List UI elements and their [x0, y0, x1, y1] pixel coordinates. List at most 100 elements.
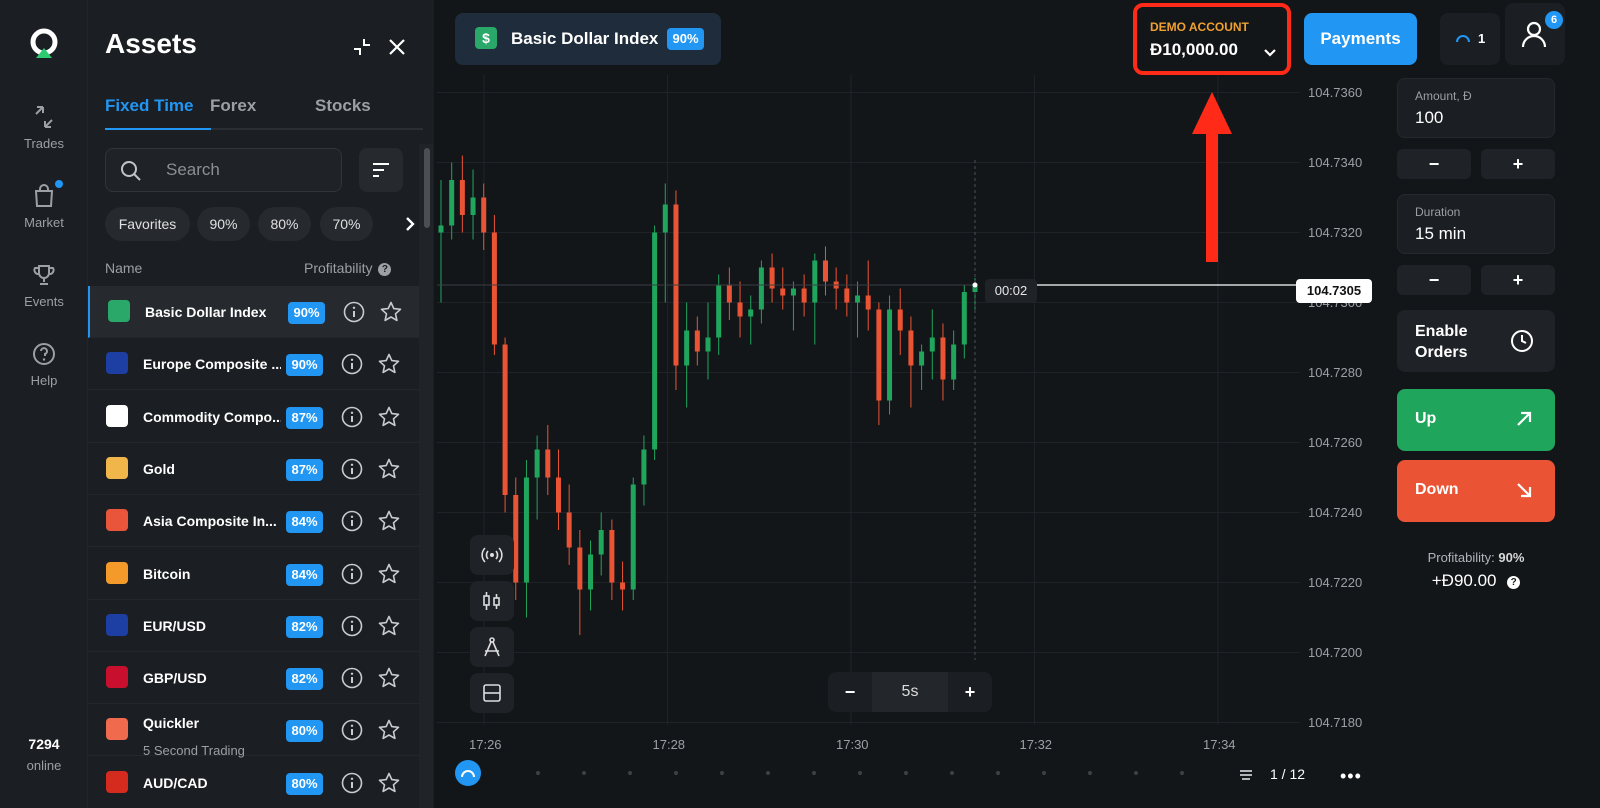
enable-orders-button[interactable]: Enable Orders	[1397, 310, 1555, 372]
amount-decrease-button[interactable]: −	[1397, 149, 1471, 179]
asset-profit-badge: 84%	[286, 511, 323, 534]
sort-button[interactable]	[359, 148, 403, 192]
timeframe-decrease-button[interactable]: −	[828, 672, 872, 712]
logo-icon[interactable]	[28, 28, 60, 60]
up-button[interactable]: Up	[1397, 389, 1555, 451]
star-icon[interactable]	[377, 509, 401, 533]
collapse-icon[interactable]	[351, 36, 373, 58]
candle-body	[609, 530, 615, 583]
chip-70[interactable]: 70%	[320, 207, 373, 241]
signal-tool-button[interactable]	[470, 535, 514, 575]
asset-row[interactable]: Bitcoin 84%	[88, 548, 419, 600]
price-dot	[972, 282, 978, 288]
rail-help[interactable]: Help	[0, 341, 88, 388]
info-icon[interactable]	[341, 353, 363, 375]
profile-button[interactable]: 6	[1505, 3, 1565, 65]
timeline-dot	[720, 771, 724, 775]
rail-trades[interactable]: Trades	[0, 104, 88, 151]
y-tick-label: 104.7360	[1308, 84, 1363, 100]
timeframe-increase-button[interactable]: +	[948, 672, 992, 712]
timeframe-control: − 5s +	[828, 672, 992, 712]
star-icon[interactable]	[377, 771, 401, 795]
asset-row[interactable]: Quickler 5 Second Trading 80%	[88, 704, 419, 758]
tab-fixed-time[interactable]: Fixed Time	[105, 96, 194, 116]
chip-80[interactable]: 80%	[258, 207, 311, 241]
asset-search	[105, 148, 342, 192]
open-trades-button[interactable]: 1	[1440, 13, 1500, 65]
asset-row[interactable]: GBP/USD 82%	[88, 652, 419, 705]
duration-decrease-button[interactable]: −	[1397, 265, 1471, 295]
chart-type-button[interactable]	[470, 581, 514, 621]
candle-body	[513, 495, 519, 583]
scrollbar[interactable]	[424, 148, 430, 228]
amount-field[interactable]: Amount, Đ 100	[1397, 78, 1555, 138]
y-tick-label: 104.7260	[1308, 434, 1363, 450]
search-input[interactable]	[166, 149, 336, 191]
star-icon[interactable]	[377, 718, 401, 742]
info-icon[interactable]	[343, 301, 365, 323]
tab-forex[interactable]: Forex	[210, 96, 256, 116]
more-options-icon[interactable]: •••	[1340, 766, 1362, 787]
asset-profit-badge: 84%	[286, 563, 323, 586]
candle-body	[630, 484, 636, 590]
question-icon[interactable]: ?	[378, 263, 392, 276]
tab-stocks[interactable]: Stocks	[315, 96, 371, 116]
info-icon[interactable]	[341, 563, 363, 585]
asset-row[interactable]: Commodity Compo... 87%	[88, 391, 419, 443]
duration-field[interactable]: Duration 15 min	[1397, 194, 1555, 254]
chip-favorites[interactable]: Favorites	[105, 207, 190, 241]
star-icon[interactable]	[377, 352, 401, 376]
duration-increase-button[interactable]: +	[1481, 265, 1555, 295]
drawing-tool-button[interactable]	[470, 627, 514, 667]
chip-90[interactable]: 90%	[197, 207, 250, 241]
left-rail: Trades Market Events Help 7294 online	[0, 0, 88, 808]
info-icon[interactable]	[341, 667, 363, 689]
star-icon[interactable]	[377, 666, 401, 690]
info-icon[interactable]	[341, 406, 363, 428]
live-button[interactable]	[455, 760, 481, 786]
x-tick-label: 17:32	[1019, 737, 1053, 752]
x-tick-label: 17:28	[652, 737, 686, 752]
rail-events[interactable]: Events	[0, 262, 88, 309]
current-price-tag: 104.7305	[1296, 279, 1372, 303]
amount-increase-button[interactable]: +	[1481, 149, 1555, 179]
layout-button[interactable]	[470, 673, 514, 713]
asset-row[interactable]: Basic Dollar Index 90%	[88, 286, 419, 338]
rail-market[interactable]: Market	[0, 180, 88, 230]
info-icon[interactable]	[341, 772, 363, 794]
info-icon[interactable]	[341, 615, 363, 637]
star-icon[interactable]	[377, 405, 401, 429]
info-icon[interactable]	[341, 510, 363, 532]
asset-row[interactable]: EUR/USD 82%	[88, 600, 419, 652]
close-icon[interactable]	[386, 36, 408, 58]
asset-flag-icon	[106, 666, 128, 689]
account-selector[interactable]: DEMO ACCOUNT Đ10,000.00	[1133, 3, 1291, 75]
asset-row[interactable]: Gold 87%	[88, 443, 419, 495]
help-icon	[33, 343, 55, 365]
candle-body	[919, 351, 925, 366]
asset-row[interactable]: Europe Composite ... 90%	[88, 338, 419, 391]
current-asset-pill[interactable]: $ Basic Dollar Index 90%	[455, 13, 721, 65]
star-icon[interactable]	[377, 562, 401, 586]
arrow-down-right-icon	[1517, 483, 1532, 498]
chevron-right-icon[interactable]	[401, 215, 419, 233]
payout-help-icon[interactable]: ?	[1507, 576, 1521, 589]
timeline-dot	[1042, 771, 1046, 775]
star-icon[interactable]	[377, 457, 401, 481]
asset-row[interactable]: AUD/CAD 80%	[88, 757, 419, 808]
star-icon[interactable]	[377, 614, 401, 638]
payments-button[interactable]: Payments	[1304, 13, 1417, 65]
down-button[interactable]: Down	[1397, 460, 1555, 522]
y-tick-label: 104.7320	[1308, 224, 1363, 240]
star-icon[interactable]	[379, 300, 403, 324]
timeline-dot	[582, 771, 586, 775]
layers-icon	[1240, 770, 1252, 780]
asset-profit-badge: 87%	[286, 458, 323, 481]
asset-name: Europe Composite ...	[143, 356, 281, 373]
info-icon[interactable]	[341, 458, 363, 480]
asset-flag-icon	[106, 613, 128, 636]
info-icon[interactable]	[341, 719, 363, 741]
candle-body	[737, 302, 743, 317]
asset-row[interactable]: Asia Composite In... 84%	[88, 495, 419, 548]
candle-body	[897, 309, 903, 331]
